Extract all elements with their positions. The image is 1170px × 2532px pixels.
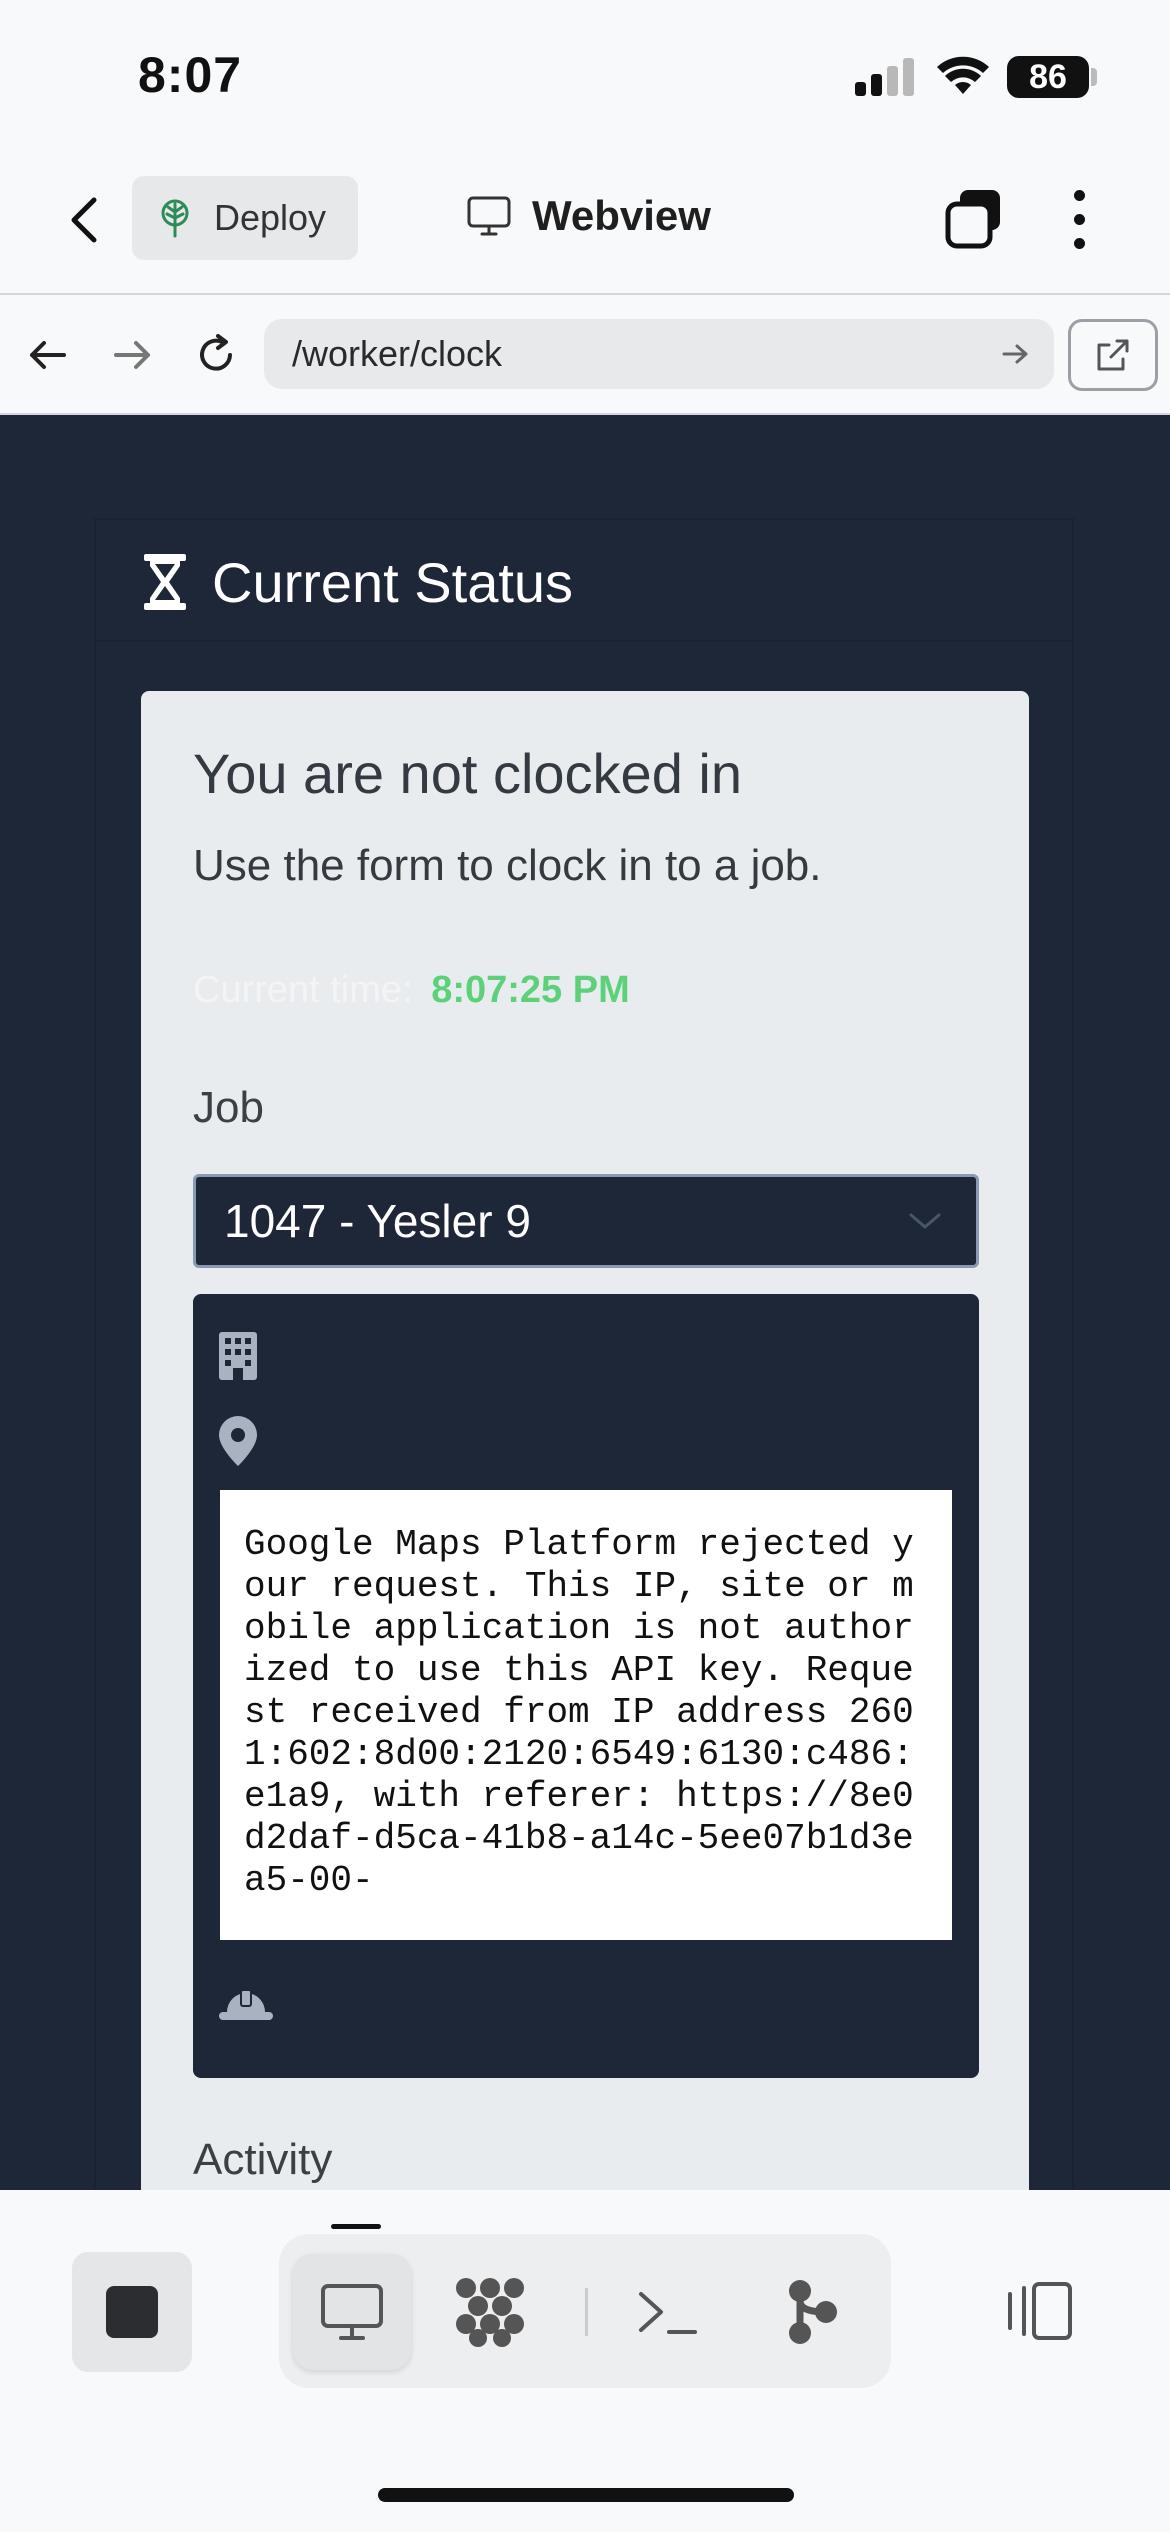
active-tool-indicator [331, 2224, 381, 2229]
url-text: /worker/clock [292, 333, 503, 374]
battery-level: 86 [1007, 56, 1089, 98]
panel-header: Current Status [96, 520, 1072, 642]
open-external-icon [1097, 339, 1129, 371]
wifi-icon [937, 56, 989, 94]
job-selected-value: 1047 - Yesler 9 [224, 1195, 531, 1247]
monitor-icon [321, 2284, 383, 2340]
current-time-value: 8:07:25 PM [431, 969, 630, 1011]
status-subtitle: Use the form to clock in to a job. [193, 841, 822, 890]
hourglass-icon [144, 554, 186, 610]
signal-icon [855, 58, 915, 96]
git-branch-icon [789, 2280, 837, 2344]
activity-label: Activity [193, 2135, 333, 2184]
status-time: 8:07 [138, 47, 243, 103]
chevron-down-icon [909, 1213, 941, 1229]
stop-icon [106, 2286, 158, 2338]
deploy-label: Deploy [214, 197, 327, 238]
status-title: You are not clocked in [193, 742, 742, 805]
job-select[interactable]: 1047 - Yesler 9 [193, 1174, 979, 1268]
stop-button[interactable] [72, 2252, 192, 2372]
webview-tool-button[interactable] [293, 2254, 411, 2370]
hard-hat-icon [219, 1989, 273, 2020]
shell-tool-button[interactable] [609, 2254, 727, 2370]
job-details-box: Google Maps Platform rejected your reque… [193, 1294, 979, 2078]
toolbar-separator [585, 2288, 588, 2336]
more-vertical-icon[interactable] [1062, 186, 1096, 252]
browser-bar: /worker/clock [0, 297, 1170, 415]
current-time-label: Current time: [193, 969, 413, 1011]
current-time-row: Current time: 8:07:25 PM [193, 969, 630, 1012]
app-header: Deploy Webview [0, 150, 1170, 295]
git-tool-button[interactable] [753, 2254, 871, 2370]
tabs-icon[interactable] [944, 188, 1004, 250]
deploy-button[interactable]: Deploy [132, 176, 358, 260]
deploy-tree-icon [161, 199, 189, 238]
status-bar: 8:07 86 [0, 0, 1170, 150]
workspace-tool-button[interactable] [431, 2254, 549, 2370]
monitor-icon [467, 196, 511, 236]
chevron-left-icon[interactable] [60, 190, 110, 250]
side-panel-icon[interactable] [1000, 2280, 1074, 2342]
building-icon [219, 1332, 257, 1380]
battery-nub [1091, 68, 1097, 86]
reload-icon[interactable] [192, 331, 240, 379]
arrow-left-icon[interactable] [24, 331, 72, 379]
grid-dots-icon [456, 2278, 524, 2347]
open-external-button[interactable] [1068, 319, 1158, 391]
status-card: You are not clocked in Use the form to c… [141, 691, 1029, 2211]
terminal-icon [639, 2292, 697, 2334]
home-indicator [378, 2488, 794, 2502]
url-field[interactable]: /worker/clock [264, 319, 1054, 389]
bottom-toolbar [0, 2190, 1170, 2532]
webview-title: Webview [466, 192, 711, 240]
map-pin-icon [219, 1416, 257, 1466]
panel-title: Current Status [212, 551, 574, 614]
tool-group [279, 2234, 891, 2388]
arrow-right-icon[interactable] [108, 331, 156, 379]
map-error-message: Google Maps Platform rejected your reque… [220, 1490, 952, 1940]
job-label: Job [193, 1083, 264, 1132]
arrow-right-small-icon[interactable] [1000, 339, 1030, 369]
webview-title-text: Webview [532, 192, 711, 239]
